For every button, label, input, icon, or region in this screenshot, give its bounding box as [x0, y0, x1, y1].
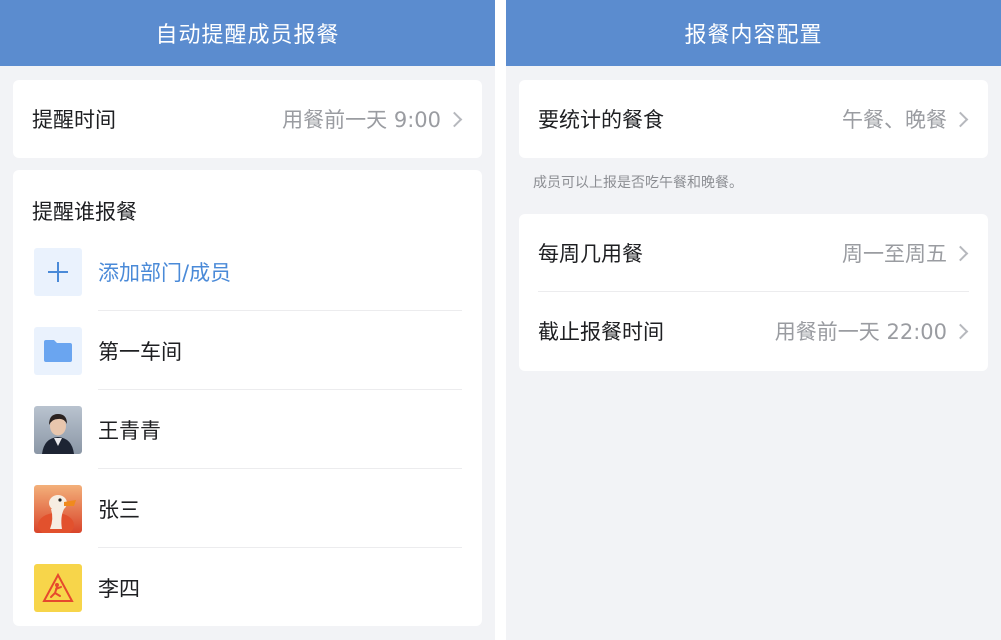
member-name: 张三	[98, 497, 140, 522]
reminder-time-value: 用餐前一天 9:00	[282, 108, 441, 132]
panel-title: 报餐内容配置	[506, 0, 1001, 66]
meals-hint: 成员可以上报是否吃午餐和晚餐。	[533, 175, 743, 191]
deadline-value: 用餐前一天 22:00	[774, 320, 947, 344]
reminder-time-label: 提醒时间	[32, 108, 116, 132]
member-item[interactable]: 张三	[13, 469, 482, 548]
member-item[interactable]: 第一车间	[13, 311, 482, 390]
member-name: 李四	[98, 576, 140, 601]
deadline-row[interactable]: 截止报餐时间 用餐前一天 22:00	[519, 292, 988, 370]
screen: 自动提醒成员报餐 提醒时间 用餐前一天 9:00 提醒谁报餐 添加部门/成员 第…	[0, 0, 1001, 640]
folder-icon	[34, 326, 82, 375]
schedule-row[interactable]: 每周几用餐 周一至周五	[519, 214, 988, 292]
add-member-label: 添加部门/成员	[98, 260, 232, 285]
add-member-button[interactable]: 添加部门/成员	[13, 232, 482, 311]
schedule-label: 每周几用餐	[538, 242, 643, 266]
auto-remind-panel: 自动提醒成员报餐 提醒时间 用餐前一天 9:00 提醒谁报餐 添加部门/成员 第…	[0, 0, 495, 640]
plus-icon	[34, 247, 82, 296]
member-item[interactable]: 王青青	[13, 390, 482, 469]
meal-config-panel: 报餐内容配置 要统计的餐食 午餐、晚餐 成员可以上报是否吃午餐和晚餐。 每周几用…	[506, 0, 1001, 640]
member-name: 第一车间	[98, 339, 182, 364]
meals-card: 要统计的餐食 午餐、晚餐	[519, 80, 988, 158]
panel-title: 自动提醒成员报餐	[0, 0, 495, 66]
remind-who-title: 提醒谁报餐	[32, 200, 137, 224]
chevron-right-icon	[952, 323, 969, 339]
meals-value: 午餐、晚餐	[842, 108, 947, 132]
chevron-right-icon	[952, 245, 969, 261]
avatar-sign	[34, 563, 82, 612]
schedule-value: 周一至周五	[842, 242, 947, 266]
reminder-time-card: 提醒时间 用餐前一天 9:00	[13, 80, 482, 158]
schedule-card: 每周几用餐 周一至周五 截止报餐时间 用餐前一天 22:00	[519, 214, 988, 371]
chevron-right-icon	[446, 111, 463, 127]
remind-who-card: 提醒谁报餐 添加部门/成员 第一车间 王青青 张三 李四	[13, 170, 482, 626]
avatar-photo	[34, 405, 82, 454]
member-name: 王青青	[98, 418, 161, 443]
meals-row[interactable]: 要统计的餐食 午餐、晚餐	[519, 80, 988, 158]
chevron-right-icon	[952, 111, 969, 127]
deadline-label: 截止报餐时间	[538, 320, 664, 344]
member-item[interactable]: 李四	[13, 548, 482, 626]
reminder-time-row[interactable]: 提醒时间 用餐前一天 9:00	[13, 80, 482, 158]
meals-label: 要统计的餐食	[538, 108, 664, 132]
avatar-duck	[34, 484, 82, 533]
